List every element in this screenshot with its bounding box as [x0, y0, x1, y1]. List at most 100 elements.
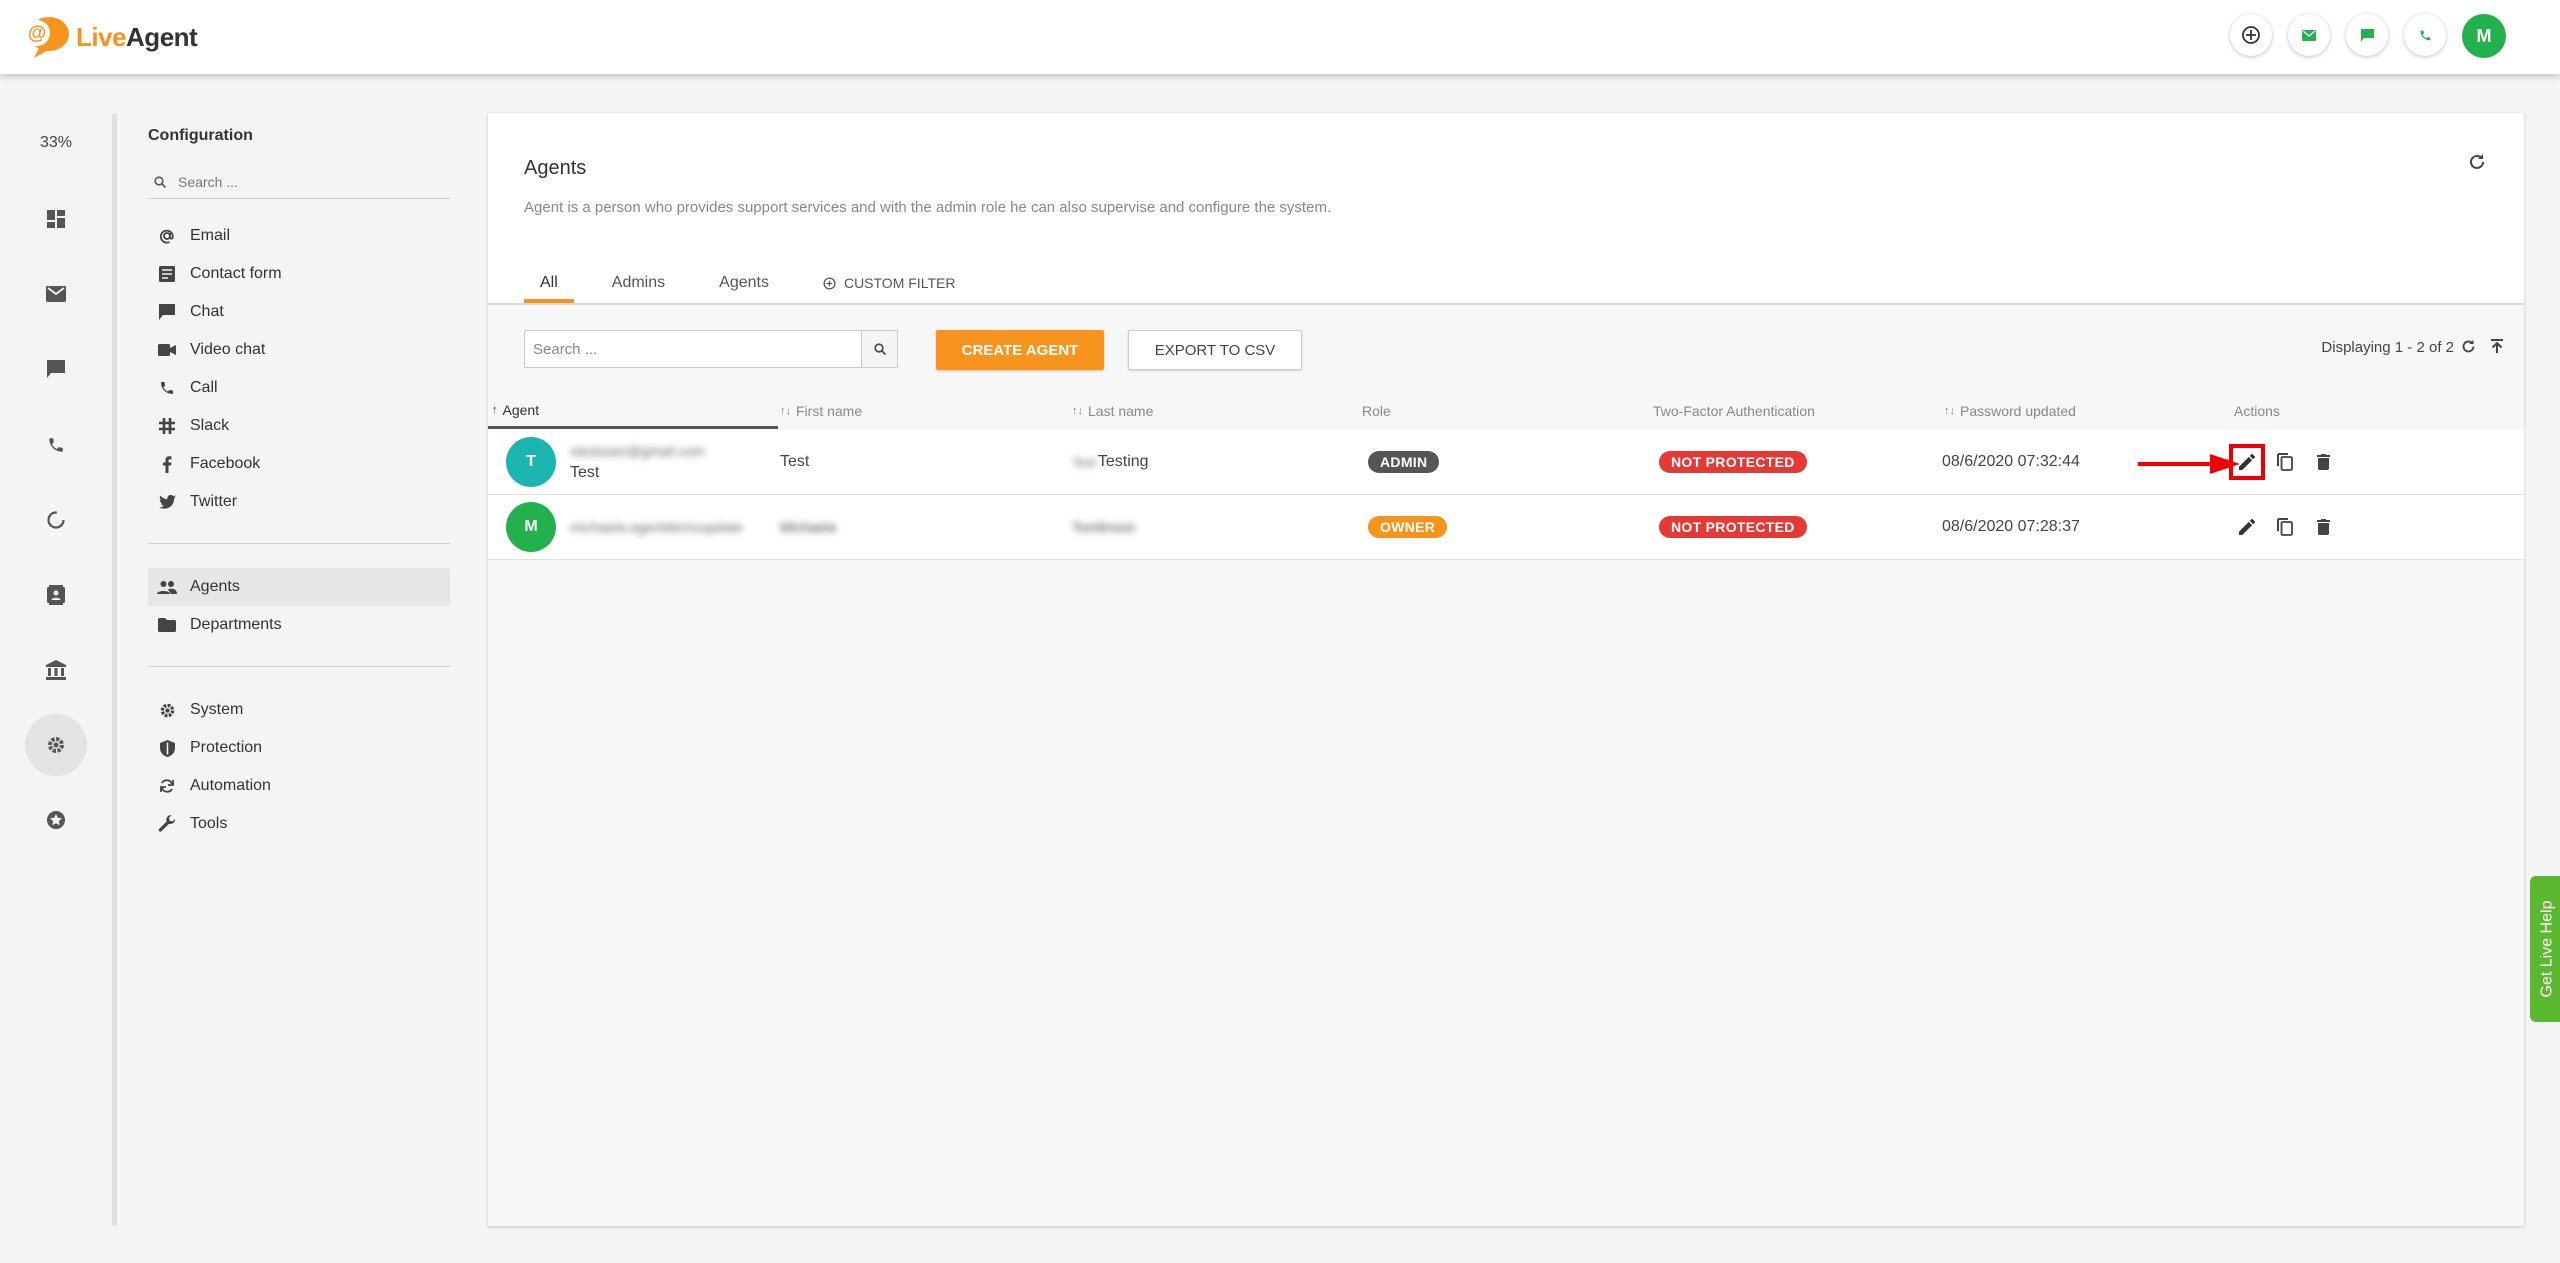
tab-all[interactable]: All [524, 263, 574, 303]
search-icon [154, 175, 166, 188]
config-item-chat[interactable]: Chat [148, 293, 450, 331]
config-item-agents[interactable]: Agents [148, 568, 450, 606]
email-icon[interactable] [25, 263, 87, 325]
configuration-search[interactable] [148, 165, 450, 199]
chat-icon [159, 304, 175, 320]
copy-icon[interactable] [2276, 453, 2294, 471]
annotation-arrow-icon [2138, 454, 2240, 474]
config-item-slack[interactable]: Slack [148, 407, 450, 445]
refresh-icon[interactable] [2461, 339, 2476, 359]
tab-admins[interactable]: Admins [596, 263, 681, 303]
column-role[interactable]: Role [1362, 393, 1562, 429]
settings-icon[interactable] [25, 714, 87, 776]
status-badge: NOT PROTECTED [1659, 451, 1807, 473]
gear-icon [160, 703, 174, 717]
agent-search-input[interactable] [525, 331, 861, 367]
tab-agents[interactable]: Agents [703, 263, 785, 303]
config-item-protection[interactable]: Protection [148, 729, 450, 767]
config-item-label: Contact form [190, 265, 282, 282]
actions-cell [2229, 430, 2332, 494]
people-icon [157, 581, 177, 594]
config-item-contact-form[interactable]: Contact form [148, 255, 450, 293]
phone-icon [161, 382, 173, 394]
phone-icon[interactable] [25, 414, 87, 476]
reports-icon[interactable] [25, 489, 87, 551]
table-row[interactable]: M michaela.agentdemoupdate Michaela Toml… [488, 495, 2524, 560]
premium-icon[interactable] [25, 789, 87, 851]
column-two-factor[interactable]: Two-Factor Authentication [1653, 393, 1913, 429]
page-title: Agents [524, 157, 587, 179]
config-item-email[interactable]: Email [148, 217, 450, 255]
refresh-icon[interactable] [2468, 153, 2486, 176]
filter-tabs: All Admins Agents CUSTOM FILTER [524, 263, 993, 303]
copy-icon[interactable] [2276, 518, 2294, 536]
agents-panel: Agents Agent is a person who provides su… [488, 113, 2524, 1226]
first-name-cell: Test [780, 453, 810, 470]
get-live-help-button[interactable]: Get Live Help [2530, 876, 2560, 1022]
knowledgebase-icon[interactable] [25, 639, 87, 701]
dashboard-icon[interactable] [25, 188, 87, 250]
sync-icon [160, 779, 174, 793]
config-item-label: Call [190, 379, 218, 396]
last-name-cell: Tomlinson [1072, 519, 1136, 535]
video-icon [158, 344, 176, 356]
role-badge: ADMIN [1368, 451, 1440, 473]
search-button[interactable] [861, 331, 897, 367]
table-header: ↑ Agent ↑↓ First name ↑↓ Last name Role Two… [488, 393, 2524, 429]
chat-icon[interactable] [25, 338, 87, 400]
logo-text: LiveAgent [76, 21, 198, 52]
scroll-top-icon[interactable] [2490, 339, 2504, 358]
email-icon[interactable] [2288, 14, 2330, 56]
delete-icon[interactable] [2314, 518, 2332, 536]
divider [148, 666, 450, 667]
status-badge: NOT PROTECTED [1659, 516, 1807, 538]
config-item-automation[interactable]: Automation [148, 767, 450, 805]
config-item-call[interactable]: Call [148, 369, 450, 407]
config-item-label: Agents [190, 578, 240, 595]
password-updated-cell: 08/6/2020 07:32:44 [1942, 453, 2080, 470]
avatar: M [506, 502, 556, 552]
agents-header: Agents Agent is a person who provides su… [488, 113, 2524, 305]
facebook-icon [163, 455, 172, 473]
config-item-departments[interactable]: Departments [148, 606, 450, 644]
delete-icon[interactable] [2314, 453, 2332, 471]
slack-icon [159, 418, 175, 434]
first-name-cell: Michaela [780, 519, 837, 535]
agent-email: xtestuser@gmail.com [570, 443, 705, 459]
agent-cell: M michaela.agentdemoupdate [506, 495, 743, 559]
config-item-label: Tools [190, 815, 228, 832]
config-item-video-chat[interactable]: Video chat [148, 331, 450, 369]
agent-name: Test [570, 464, 600, 481]
twitter-icon [158, 495, 176, 509]
progress-percent[interactable]: 33% [0, 134, 112, 152]
column-agent[interactable]: ↑ Agent [488, 393, 778, 429]
column-first-name[interactable]: ↑↓ First name [780, 393, 1060, 429]
config-item-label: Email [190, 227, 231, 244]
contacts-icon[interactable] [25, 564, 87, 626]
config-item-label: Video chat [190, 341, 266, 358]
configuration-search-input[interactable] [178, 173, 428, 190]
chat-icon[interactable] [2346, 14, 2388, 56]
config-item-label: Chat [190, 303, 224, 320]
page-description: Agent is a person who provides support s… [524, 199, 1332, 216]
add-circle-icon [823, 276, 836, 290]
user-avatar[interactable]: M [2462, 14, 2506, 58]
liveagent-logo[interactable]: @ LiveAgent [22, 12, 198, 62]
create-agent-button[interactable]: CREATE AGENT [936, 330, 1104, 370]
logo-icon: @ [24, 17, 69, 58]
config-item-tools[interactable]: Tools [148, 805, 450, 843]
phone-icon[interactable] [2404, 14, 2446, 56]
column-password-updated[interactable]: ↑↓ Password updated [1944, 393, 2204, 429]
tab-custom-filter[interactable]: CUSTOM FILTER [807, 263, 972, 303]
agent-search[interactable] [524, 330, 898, 368]
config-item-twitter[interactable]: Twitter [148, 483, 450, 521]
config-item-facebook[interactable]: Facebook [148, 445, 450, 483]
export-csv-button[interactable]: EXPORT TO CSV [1128, 330, 1302, 370]
pagination-info: Displaying 1 - 2 of 2 [2321, 339, 2454, 356]
last-name-cell: Test Testing [1072, 430, 1149, 494]
config-item-system[interactable]: System [148, 691, 450, 729]
config-item-label: System [190, 701, 244, 718]
edit-icon[interactable] [2238, 518, 2256, 536]
add-circle-icon[interactable] [2230, 14, 2272, 56]
column-last-name[interactable]: ↑↓ Last name [1072, 393, 1352, 429]
